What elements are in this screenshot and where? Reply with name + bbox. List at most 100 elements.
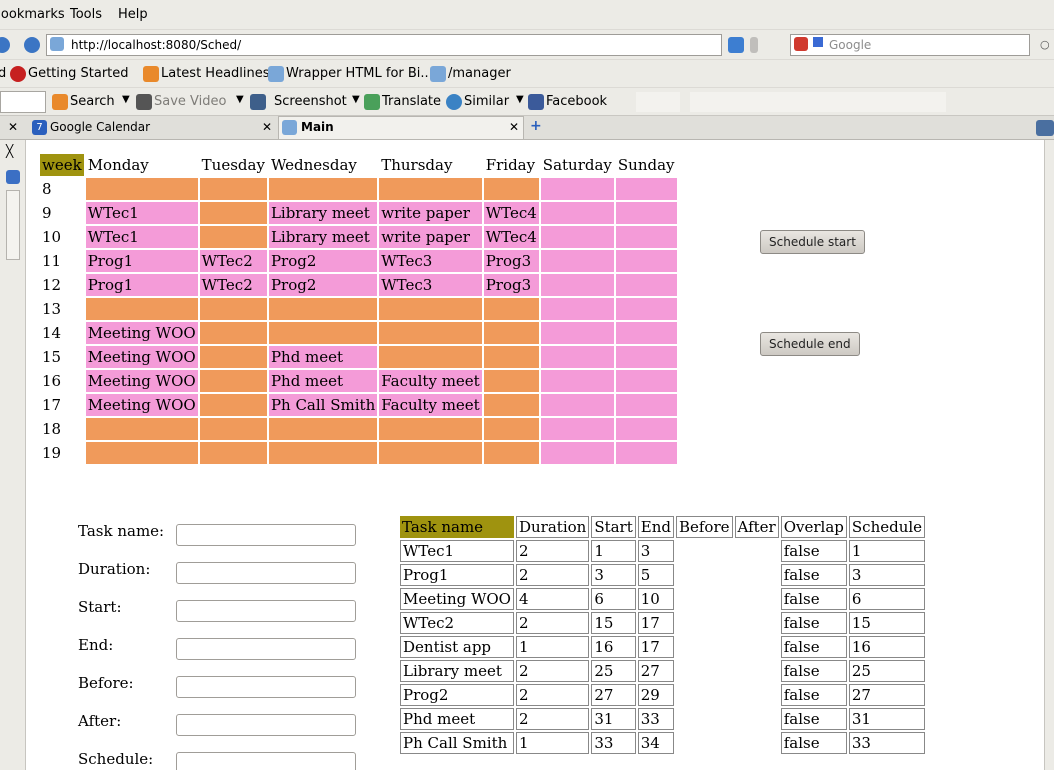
calendar-slot[interactable]: Ph Call Smith: [268, 394, 378, 416]
calendar-slot[interactable]: WTec3: [379, 250, 482, 272]
calendar-slot[interactable]: [540, 394, 614, 416]
calendar-slot[interactable]: [379, 178, 482, 200]
calendar-slot[interactable]: [199, 442, 267, 464]
bookmark-wrapper-html[interactable]: Wrapper HTML for Bi...: [286, 66, 433, 81]
calendar-slot[interactable]: [615, 394, 677, 416]
calendar-slot[interactable]: [615, 442, 677, 464]
calendar-slot[interactable]: [540, 298, 614, 320]
toolbar-save-video[interactable]: Save Video: [154, 94, 226, 109]
form-input[interactable]: [176, 524, 356, 546]
bookmark-manager[interactable]: /manager: [448, 66, 511, 81]
schedule-end-button[interactable]: Schedule end: [760, 332, 860, 356]
menu-help[interactable]: Help: [118, 7, 148, 22]
sidebar-close-icon[interactable]: ╳: [6, 144, 13, 158]
calendar-slot[interactable]: [379, 442, 482, 464]
calendar-slot[interactable]: [483, 370, 539, 392]
close-tab-icon[interactable]: ✕: [509, 120, 519, 134]
calendar-slot[interactable]: [483, 418, 539, 440]
calendar-slot[interactable]: [540, 346, 614, 368]
calendar-slot[interactable]: [268, 322, 378, 344]
calendar-slot[interactable]: Faculty meet: [379, 394, 482, 416]
close-icon[interactable]: ✕: [8, 120, 18, 134]
calendar-slot[interactable]: [483, 394, 539, 416]
calendar-slot[interactable]: [615, 418, 677, 440]
calendar-slot[interactable]: [483, 346, 539, 368]
calendar-slot[interactable]: Prog1: [85, 274, 198, 296]
calendar-slot[interactable]: [379, 418, 482, 440]
scrollbar-right[interactable]: [1044, 140, 1054, 770]
calendar-slot[interactable]: [540, 226, 614, 248]
toolbar-screenshot[interactable]: Screenshot: [274, 94, 347, 109]
dropdown-icon[interactable]: ▼: [352, 94, 360, 105]
calendar-slot[interactable]: Meeting WOO: [85, 346, 198, 368]
calendar-slot[interactable]: [540, 178, 614, 200]
calendar-slot[interactable]: [615, 250, 677, 272]
calendar-slot[interactable]: [615, 274, 677, 296]
sidebar-up-icon[interactable]: [6, 170, 20, 184]
toolbar-translate[interactable]: Translate: [382, 94, 441, 109]
calendar-slot[interactable]: [615, 178, 677, 200]
calendar-slot[interactable]: [379, 298, 482, 320]
tab-main[interactable]: Main ✕: [278, 116, 524, 139]
calendar-slot[interactable]: [540, 418, 614, 440]
tab-list-icon[interactable]: [1036, 120, 1054, 136]
calendar-slot[interactable]: [199, 298, 267, 320]
calendar-slot[interactable]: WTec1: [85, 202, 198, 224]
calendar-slot[interactable]: WTec2: [199, 274, 267, 296]
addon-icon[interactable]: [728, 37, 744, 53]
calendar-slot[interactable]: WTec1: [85, 226, 198, 248]
calendar-slot[interactable]: [615, 202, 677, 224]
calendar-slot[interactable]: Library meet: [268, 202, 378, 224]
calendar-slot[interactable]: [199, 322, 267, 344]
toolbar-search-field[interactable]: [0, 91, 46, 113]
dropdown-icon[interactable]: ▼: [236, 94, 244, 105]
calendar-slot[interactable]: [615, 298, 677, 320]
toolbar-blank-field[interactable]: [690, 92, 946, 112]
calendar-slot[interactable]: [615, 226, 677, 248]
calendar-slot[interactable]: [379, 322, 482, 344]
schedule-start-button[interactable]: Schedule start: [760, 230, 865, 254]
form-input[interactable]: [176, 562, 356, 584]
calendar-slot[interactable]: [199, 202, 267, 224]
forward-icon[interactable]: [0, 37, 10, 53]
calendar-slot[interactable]: Meeting WOO: [85, 322, 198, 344]
calendar-slot[interactable]: WTec2: [199, 250, 267, 272]
calendar-slot[interactable]: [483, 322, 539, 344]
dropdown-icon[interactable]: ▼: [516, 94, 524, 105]
calendar-slot[interactable]: Prog3: [483, 274, 539, 296]
calendar-slot[interactable]: [85, 298, 198, 320]
form-input[interactable]: [176, 714, 356, 736]
reload-icon[interactable]: [24, 37, 40, 53]
calendar-slot[interactable]: [268, 442, 378, 464]
form-input[interactable]: [176, 676, 356, 698]
form-input[interactable]: [176, 638, 356, 660]
calendar-slot[interactable]: [615, 322, 677, 344]
calendar-slot[interactable]: [85, 442, 198, 464]
calendar-slot[interactable]: [199, 394, 267, 416]
bookmark-latest-headlines[interactable]: Latest Headlines: [161, 66, 270, 81]
calendar-slot[interactable]: [199, 370, 267, 392]
sidebar-scrollbar[interactable]: [6, 190, 20, 260]
calendar-slot[interactable]: write paper: [379, 226, 482, 248]
calendar-slot[interactable]: [199, 418, 267, 440]
form-input[interactable]: [176, 600, 356, 622]
calendar-slot[interactable]: write paper: [379, 202, 482, 224]
calendar-slot[interactable]: [540, 442, 614, 464]
url-bar[interactable]: http://localhost:8080/Sched/: [46, 34, 722, 56]
calendar-slot[interactable]: [483, 298, 539, 320]
menu-tools[interactable]: Tools: [70, 7, 102, 22]
calendar-slot[interactable]: Meeting WOO: [85, 394, 198, 416]
toolbar-similar[interactable]: Similar: [464, 94, 509, 109]
toolbar-search[interactable]: Search: [70, 94, 115, 109]
dropdown-icon[interactable]: [750, 37, 758, 53]
calendar-slot[interactable]: [268, 178, 378, 200]
calendar-slot[interactable]: Prog2: [268, 250, 378, 272]
calendar-slot[interactable]: [540, 250, 614, 272]
calendar-slot[interactable]: [615, 346, 677, 368]
calendar-slot[interactable]: Faculty meet: [379, 370, 482, 392]
toolbar-facebook[interactable]: Facebook: [546, 94, 607, 109]
toolbar-blank-field[interactable]: [636, 92, 680, 112]
calendar-slot[interactable]: [85, 178, 198, 200]
calendar-slot[interactable]: [199, 226, 267, 248]
calendar-slot[interactable]: [85, 418, 198, 440]
